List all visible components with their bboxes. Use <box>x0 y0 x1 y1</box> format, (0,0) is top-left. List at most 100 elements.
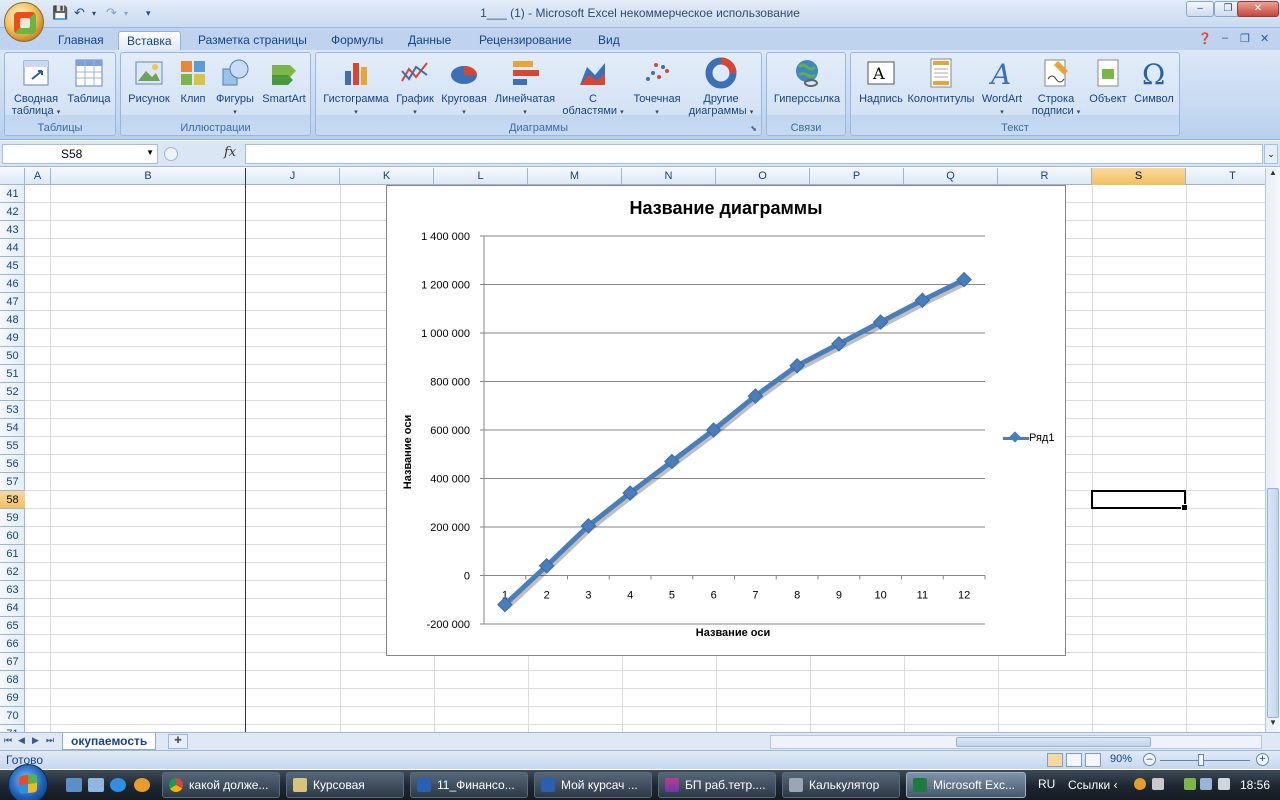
start-button[interactable] <box>8 764 48 800</box>
vertical-scroll-thumb[interactable] <box>1267 488 1279 718</box>
column-header-l[interactable]: L <box>434 168 528 185</box>
wordart-button[interactable]: A WordArt ▾ <box>977 57 1027 119</box>
column-header-r[interactable]: R <box>998 168 1092 185</box>
taskbar-item-kursach[interactable]: Мой курсач ... <box>534 772 652 798</box>
table-button[interactable]: Таблица <box>65 57 113 105</box>
zoom-out-icon[interactable]: – <box>1143 753 1156 766</box>
shapes-button[interactable]: Фигуры ▾ <box>213 57 257 119</box>
row-header-59[interactable]: 59 <box>0 509 25 527</box>
avast-icon[interactable] <box>134 778 150 792</box>
row-header-68[interactable]: 68 <box>0 671 25 689</box>
row-header-51[interactable]: 51 <box>0 365 25 383</box>
column-header-a[interactable]: A <box>25 168 51 185</box>
sheet-tab-okupaemost[interactable]: окупаемость <box>62 733 157 750</box>
zoom-level[interactable]: 90% <box>1110 753 1132 765</box>
row-header-62[interactable]: 62 <box>0 563 25 581</box>
first-sheet-icon[interactable]: ⏮ <box>4 735 12 746</box>
chart[interactable]: -200 000 0 200 000 400 000 600 000 800 000 1 0… <box>386 185 1066 656</box>
insert-sheet-icon[interactable]: ✚ <box>168 734 188 749</box>
row-header-66[interactable]: 66 <box>0 635 25 653</box>
column-header-n[interactable]: N <box>622 168 716 185</box>
row-header-55[interactable]: 55 <box>0 437 25 455</box>
avast-tray-icon[interactable] <box>1134 778 1146 790</box>
row-header-58[interactable]: 58 <box>0 491 25 509</box>
ribbon-restore-icon[interactable]: ❐ <box>1240 32 1250 45</box>
object-button[interactable]: Объект <box>1085 57 1131 105</box>
row-header-63[interactable]: 63 <box>0 581 25 599</box>
line-chart-button[interactable]: График ▾ <box>394 57 436 119</box>
row-header-47[interactable]: 47 <box>0 293 25 311</box>
area-chart-button[interactable]: Собластями ▾ <box>560 57 626 119</box>
column-header-b[interactable]: B <box>51 168 246 185</box>
vertical-scrollbar[interactable]: ▲ ▼ <box>1265 168 1280 732</box>
row-header-42[interactable]: 42 <box>0 203 25 221</box>
taskbar-item-calculator[interactable]: Калькулятор <box>782 772 900 798</box>
bar-chart-button[interactable]: Линейчатая ▾ <box>492 57 558 119</box>
column-header-o[interactable]: O <box>716 168 810 185</box>
picture-button[interactable]: Рисунок <box>125 57 173 105</box>
taskbar-item-finance[interactable]: 11_Финансо... <box>410 772 528 798</box>
tray-app-icon[interactable] <box>1152 778 1164 790</box>
column-header-p[interactable]: P <box>810 168 904 185</box>
row-header-60[interactable]: 60 <box>0 527 25 545</box>
scatter-chart-button[interactable]: Точечная ▾ <box>628 57 686 119</box>
row-header-70[interactable]: 70 <box>0 707 25 725</box>
taskbar-item-kursovaya[interactable]: Курсовая <box>286 772 404 798</box>
network-icon[interactable] <box>1200 778 1212 790</box>
minimize-button[interactable]: ‒ <box>1186 1 1214 17</box>
clock[interactable]: 18:56 <box>1240 778 1270 792</box>
zoom-slider[interactable] <box>1160 760 1250 761</box>
tab-review[interactable]: Рецензирование <box>471 31 580 50</box>
formula-input[interactable] <box>245 144 1263 164</box>
pie-chart-button[interactable]: Круговая ▾ <box>438 57 490 119</box>
row-header-54[interactable]: 54 <box>0 419 25 437</box>
row-header-56[interactable]: 56 <box>0 455 25 473</box>
office-button[interactable] <box>4 2 44 42</box>
safely-remove-icon[interactable] <box>1184 778 1196 790</box>
select-all-corner[interactable] <box>0 168 25 185</box>
scroll-down-icon[interactable]: ▼ <box>1266 718 1280 727</box>
chart-legend[interactable]: Ряд1 <box>1003 432 1054 444</box>
scroll-up-icon[interactable]: ▲ <box>1266 168 1280 177</box>
freeze-pane-divider[interactable] <box>245 168 246 732</box>
smartart-button[interactable]: SmartArt <box>259 57 309 105</box>
language-indicator[interactable]: RU <box>1038 777 1055 791</box>
column-header-q[interactable]: Q <box>904 168 998 185</box>
horizontal-scroll-thumb[interactable] <box>956 737 1151 747</box>
row-header-46[interactable]: 46 <box>0 275 25 293</box>
chart-title[interactable]: Название диаграммы <box>387 198 1065 219</box>
row-header-49[interactable]: 49 <box>0 329 25 347</box>
column-header-s[interactable]: S <box>1092 168 1186 185</box>
taskbar-item-excel[interactable]: Microsoft Exc... <box>906 772 1026 798</box>
column-header-m[interactable]: M <box>528 168 622 185</box>
switch-windows-icon[interactable] <box>88 778 104 792</box>
tab-view[interactable]: Вид <box>590 31 628 50</box>
other-charts-button[interactable]: Другие диаграммы ▾ <box>686 57 756 119</box>
volume-icon[interactable] <box>1218 778 1230 790</box>
hyperlink-button[interactable]: Гиперссылка <box>771 57 843 105</box>
y-axis-title[interactable]: Название оси <box>402 397 414 507</box>
row-header-48[interactable]: 48 <box>0 311 25 329</box>
row-header-65[interactable]: 65 <box>0 617 25 635</box>
close-button[interactable]: ✕ <box>1237 1 1279 17</box>
prev-sheet-icon[interactable]: ◀ <box>18 735 25 746</box>
column-header-t[interactable]: T <box>1186 168 1265 185</box>
row-header-41[interactable]: 41 <box>0 185 25 203</box>
page-layout-view-button[interactable] <box>1066 753 1082 767</box>
row-header-67[interactable]: 67 <box>0 653 25 671</box>
expand-formula-bar-icon[interactable]: ⌄ <box>1264 144 1278 164</box>
active-cell-s58[interactable] <box>1091 490 1188 511</box>
signature-line-button[interactable]: Строка подписи ▾ <box>1027 57 1085 119</box>
insert-function-button[interactable]: fx <box>224 145 236 160</box>
header-footer-button[interactable]: Колонтитулы <box>907 57 975 105</box>
next-sheet-icon[interactable]: ▶ <box>32 735 39 746</box>
row-header-50[interactable]: 50 <box>0 347 25 365</box>
row-header-45[interactable]: 45 <box>0 257 25 275</box>
taskbar-item-chrome[interactable]: какой долже... <box>162 772 280 798</box>
row-header-64[interactable]: 64 <box>0 599 25 617</box>
ribbon-minimize-icon[interactable]: – <box>1222 32 1228 44</box>
tab-insert[interactable]: Вставка <box>118 31 181 50</box>
tab-data[interactable]: Данные <box>400 31 459 50</box>
row-header-61[interactable]: 61 <box>0 545 25 563</box>
textbox-button[interactable]: A Надпись <box>855 57 907 105</box>
